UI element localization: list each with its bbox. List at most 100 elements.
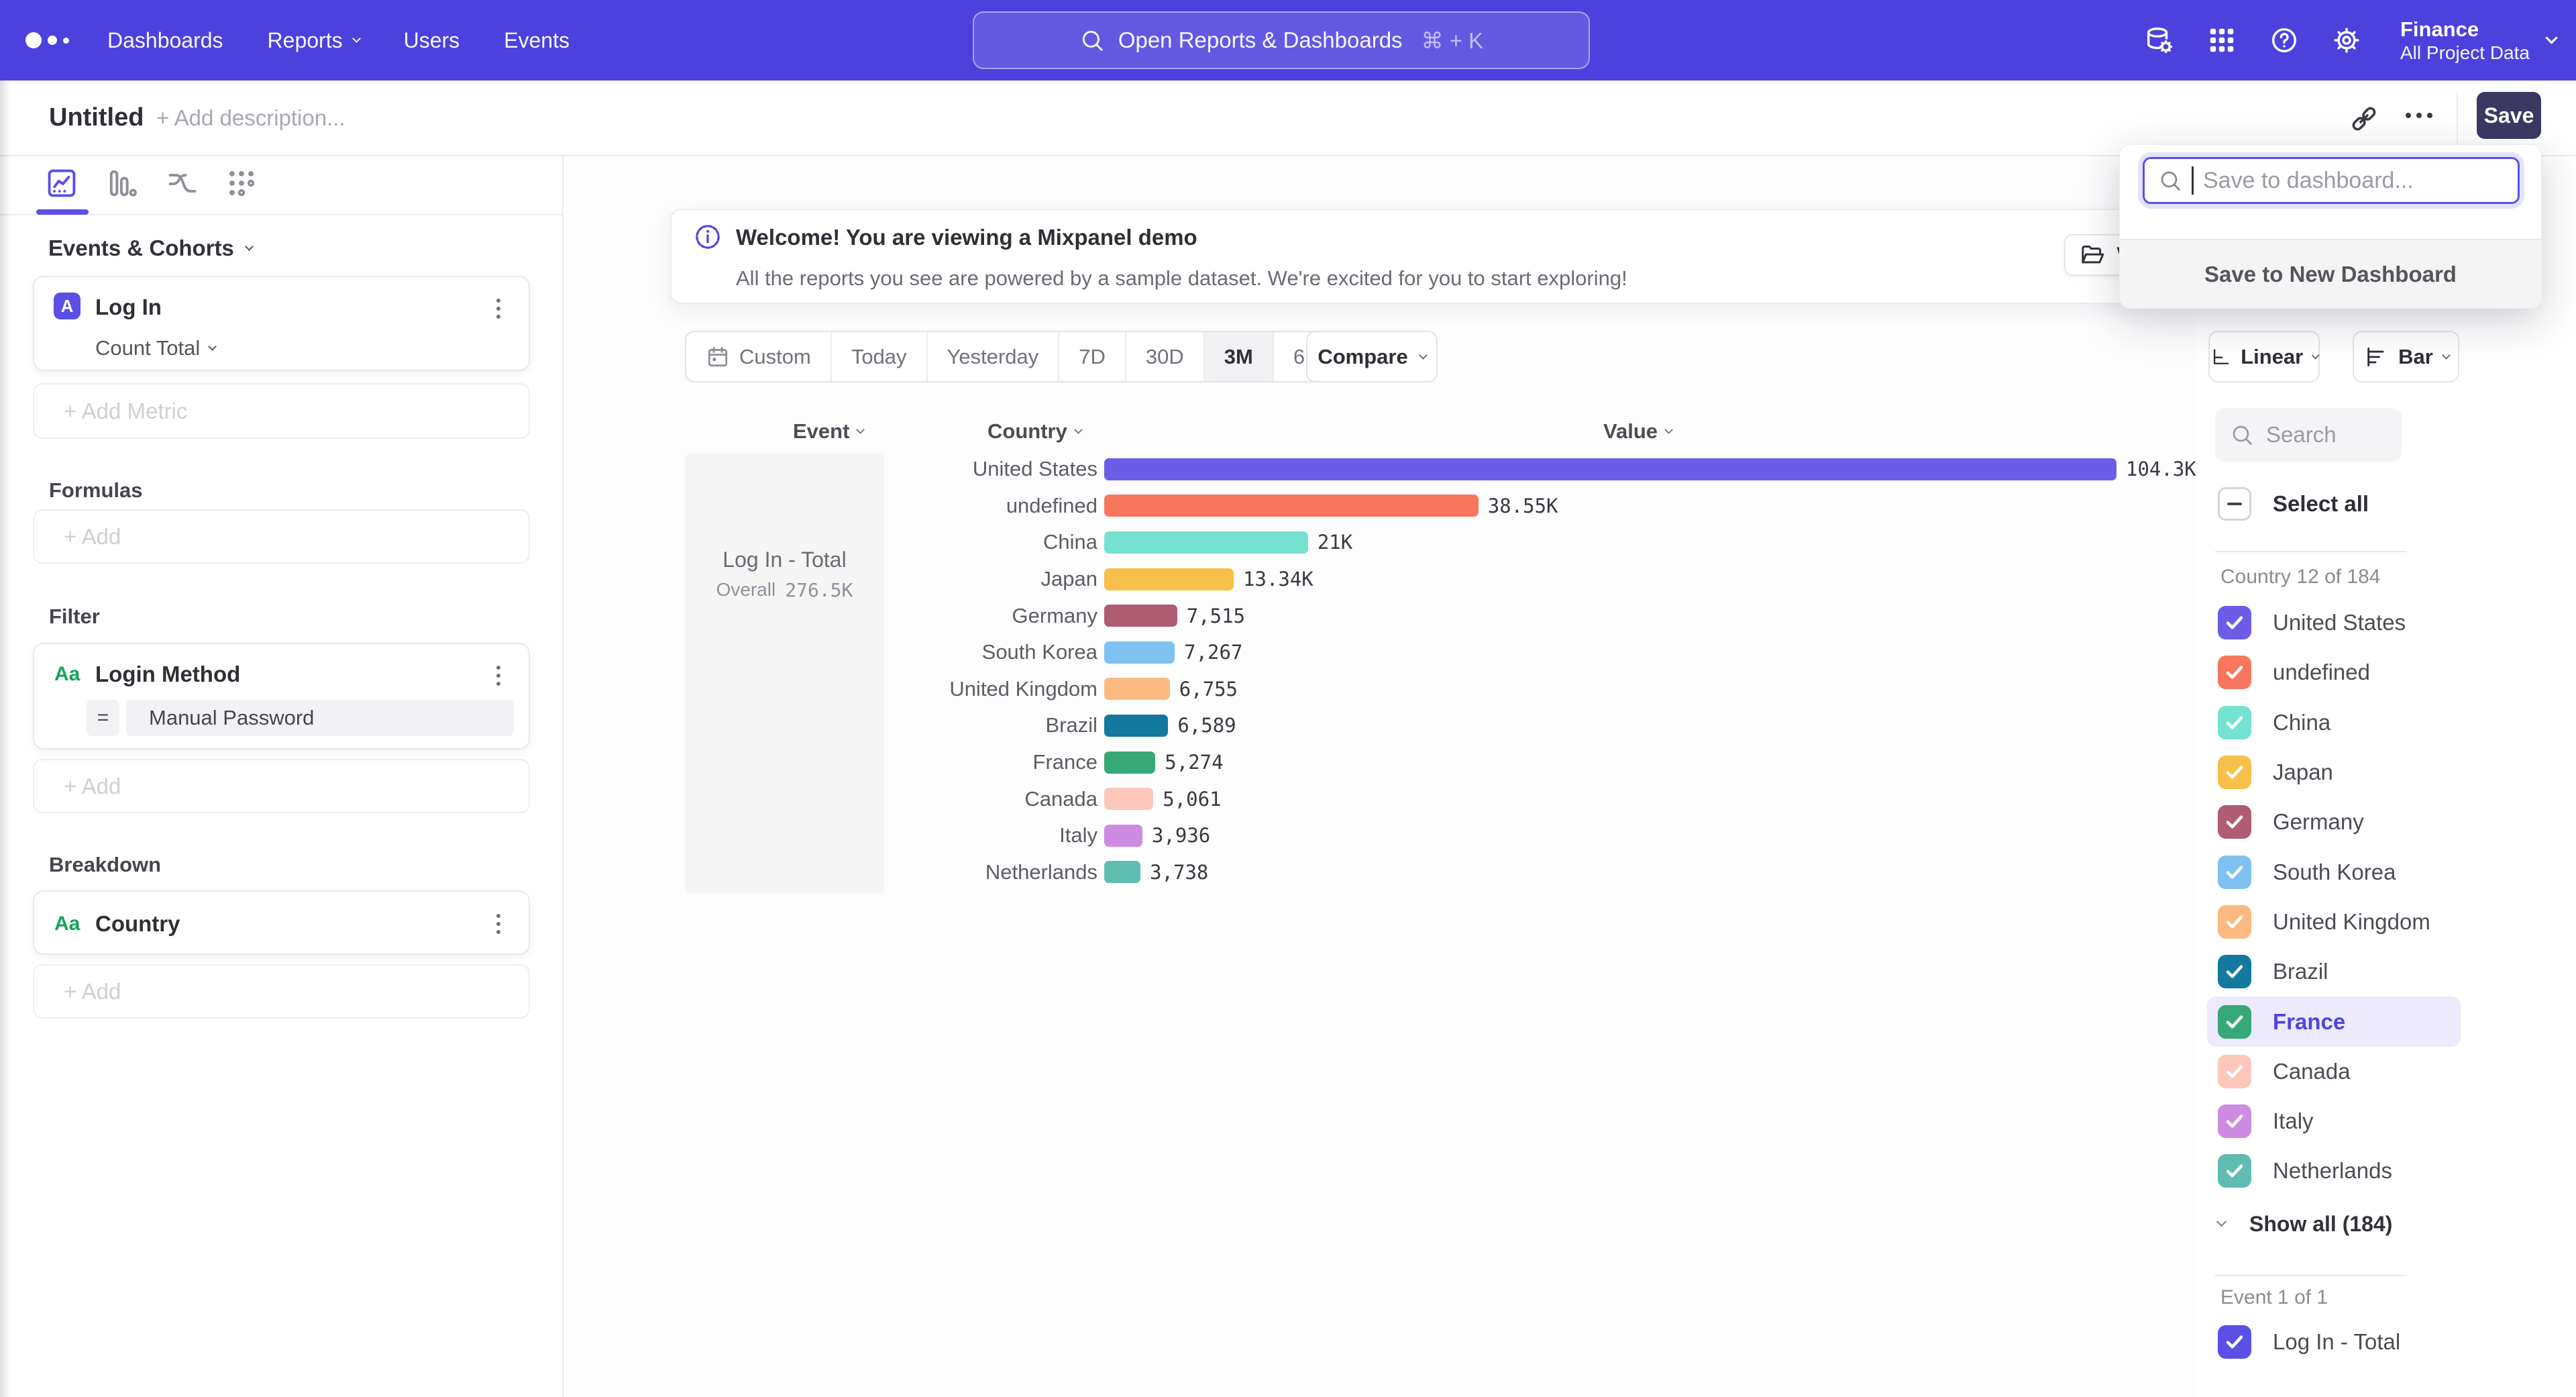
data-management-icon[interactable]	[2144, 25, 2175, 56]
country-filter-row[interactable]: Brazil	[2207, 947, 2461, 996]
bar-segment[interactable]	[1104, 678, 1170, 700]
filter-property-name[interactable]: Login Method	[95, 662, 240, 687]
metric-card[interactable]: A Log In Count Total	[33, 276, 530, 371]
bar-segment[interactable]	[1104, 825, 1142, 847]
bar-segment[interactable]	[1104, 568, 1234, 590]
more-menu-icon[interactable]	[2406, 113, 2432, 118]
kebab-menu-icon[interactable]	[496, 299, 500, 319]
compare-button[interactable]: Compare	[1306, 331, 1438, 382]
country-filter-row[interactable]: South Korea	[2207, 847, 2461, 896]
country-checkbox[interactable]	[2218, 805, 2251, 839]
project-switcher[interactable]: Finance All Project Data	[2400, 17, 2556, 64]
bar-segment[interactable]	[1104, 458, 2116, 480]
country-checkbox[interactable]	[2218, 1104, 2251, 1138]
select-all-checkbox[interactable]	[2218, 487, 2251, 521]
column-header-country[interactable]: Country	[987, 419, 1081, 444]
country-checkbox[interactable]	[2218, 1154, 2251, 1188]
column-header-value[interactable]: Value	[1603, 419, 1672, 444]
date-range-3m[interactable]: 3M	[1203, 332, 1273, 381]
country-checkbox[interactable]	[2218, 856, 2251, 889]
country-checkbox[interactable]	[2218, 756, 2251, 789]
event-legend-row[interactable]: Log In - Total	[2218, 1317, 2400, 1367]
event-checkbox[interactable]	[2218, 1325, 2251, 1359]
bar-segment[interactable]	[1104, 715, 1168, 737]
show-all-button[interactable]: Show all (184)	[2218, 1199, 2392, 1249]
select-all-row[interactable]: Select all	[2218, 487, 2369, 521]
overall-label: Overall	[716, 579, 776, 601]
tab-retention-icon[interactable]	[224, 166, 259, 201]
bar-segment[interactable]	[1104, 531, 1308, 554]
settings-gear-icon[interactable]	[2331, 25, 2362, 56]
bar-segment[interactable]	[1104, 605, 1177, 627]
legend-search-input[interactable]	[2266, 422, 2387, 448]
add-breakdown-button[interactable]: + Add	[33, 964, 530, 1019]
nav-item-events[interactable]: Events	[504, 28, 570, 53]
report-title[interactable]: Untitled	[49, 81, 144, 155]
metric-event-name[interactable]: Log In	[95, 295, 162, 320]
country-checkbox[interactable]	[2218, 955, 2251, 988]
apps-grid-icon[interactable]	[2206, 25, 2237, 56]
filter-card[interactable]: Aa Login Method = Manual Password	[33, 643, 530, 749]
filter-operator[interactable]: =	[87, 700, 119, 736]
save-to-new-dashboard-button[interactable]: Save to New Dashboard	[2120, 239, 2541, 308]
country-checkbox[interactable]	[2218, 1005, 2251, 1039]
country-checkbox[interactable]	[2218, 706, 2251, 739]
country-checkbox[interactable]	[2218, 606, 2251, 639]
country-checkbox[interactable]	[2218, 1055, 2251, 1088]
add-formula-button[interactable]: + Add	[33, 509, 530, 564]
bar-segment[interactable]	[1104, 752, 1155, 774]
scale-selector[interactable]: Linear	[2208, 331, 2320, 382]
add-description-button[interactable]: + Add description...	[156, 81, 345, 155]
save-dashboard-search-field[interactable]	[2143, 157, 2520, 204]
bar-segment[interactable]	[1104, 861, 1140, 883]
country-filter-row[interactable]: Germany	[2207, 797, 2461, 847]
date-range-custom[interactable]: Custom	[686, 332, 830, 381]
country-filter-row[interactable]: Japan	[2207, 747, 2461, 797]
help-icon[interactable]	[2269, 25, 2300, 56]
events-cohorts-header[interactable]: Events & Cohorts	[48, 236, 252, 261]
kebab-menu-icon[interactable]	[496, 666, 500, 686]
tab-insights-icon[interactable]	[44, 166, 79, 201]
filter-value[interactable]: Manual Password	[126, 700, 514, 736]
breakdown-card[interactable]: Aa Country	[33, 890, 530, 955]
country-filter-row[interactable]: China	[2207, 698, 2461, 747]
save-dashboard-search-input[interactable]	[2203, 168, 2504, 194]
tab-funnels-icon[interactable]	[105, 166, 140, 201]
date-range-7d[interactable]: 7D	[1058, 332, 1125, 381]
chart-type-selector[interactable]: Bar	[2353, 331, 2459, 382]
nav-item-reports[interactable]: Reports	[268, 28, 360, 53]
bar-segment[interactable]	[1104, 495, 1479, 517]
country-filter-row[interactable]: United States	[2207, 598, 2461, 648]
country-filter-row[interactable]: France	[2207, 996, 2461, 1046]
kebab-menu-icon[interactable]	[496, 914, 500, 934]
country-filter-row[interactable]: United Kingdom	[2207, 897, 2461, 947]
add-metric-button[interactable]: + Add Metric	[33, 383, 530, 439]
date-range-yesterday[interactable]: Yesterday	[926, 332, 1059, 381]
nav-item-dashboards[interactable]: Dashboards	[107, 28, 223, 53]
copy-link-icon[interactable]	[2348, 103, 2380, 135]
check-icon	[2224, 1061, 2245, 1082]
global-search-button[interactable]: Open Reports & Dashboards ⌘ + K	[973, 11, 1590, 69]
chart-row: China21K	[892, 524, 2196, 561]
country-filter-row[interactable]: Italy	[2207, 1096, 2461, 1146]
add-filter-button[interactable]: + Add	[33, 759, 530, 813]
column-header-event[interactable]: Event	[793, 419, 863, 444]
mixpanel-logo-icon[interactable]	[25, 0, 69, 81]
country-checkbox[interactable]	[2218, 656, 2251, 689]
country-label: South Korea	[2273, 860, 2396, 885]
event-series-cell[interactable]: Log In - Total Overall276.5K	[685, 454, 884, 893]
breakdown-property-name[interactable]: Country	[95, 911, 180, 937]
bar-segment[interactable]	[1104, 788, 1153, 810]
bar-segment[interactable]	[1104, 641, 1175, 664]
country-checkbox[interactable]	[2218, 905, 2251, 939]
country-filter-row[interactable]: Canada	[2207, 1047, 2461, 1096]
aggregation-selector[interactable]: Count Total	[95, 336, 215, 360]
country-filter-row[interactable]: undefined	[2207, 648, 2461, 697]
date-range-30d[interactable]: 30D	[1125, 332, 1203, 381]
nav-item-users[interactable]: Users	[404, 28, 460, 53]
legend-search[interactable]	[2215, 408, 2402, 462]
country-filter-row[interactable]: Netherlands	[2207, 1146, 2461, 1196]
tab-flows-icon[interactable]	[165, 166, 200, 201]
date-range-today[interactable]: Today	[830, 332, 926, 381]
save-button[interactable]: Save	[2477, 92, 2541, 139]
